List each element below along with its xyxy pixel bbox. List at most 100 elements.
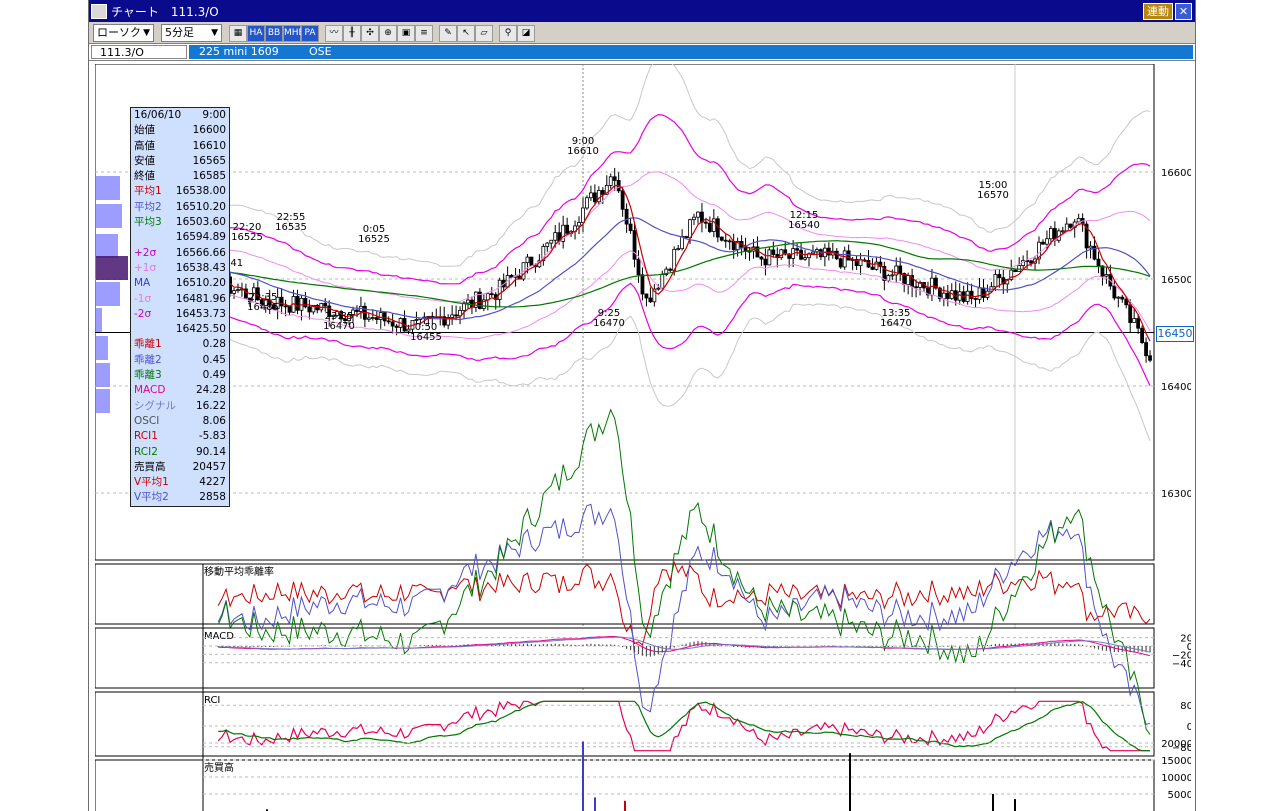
candle-body (648, 297, 653, 303)
volume-tick: 15000 (1161, 756, 1191, 767)
annotation-price: 16525 (231, 232, 263, 243)
cross-icon[interactable]: ✣ (361, 25, 379, 42)
current-price-tag: 16450 (1156, 326, 1194, 342)
multi-window-icon[interactable]: ▦ (229, 25, 247, 42)
rci-tick: 80 (1180, 701, 1191, 712)
print-icon[interactable]: ▣ (397, 25, 415, 42)
volume-profile-bar (96, 308, 102, 332)
candle-body (612, 176, 617, 181)
volume-profile-bar (96, 234, 118, 258)
candle-body (307, 306, 312, 313)
volume-tick: 20000 (1161, 739, 1191, 750)
info-label: RCI2 (134, 445, 158, 458)
volume-profile-bar (96, 176, 120, 200)
period-select[interactable]: 5分足 ▼ (161, 24, 222, 42)
annotation-price: 16470 (880, 318, 912, 329)
info-row: V平均2 2858 (131, 490, 229, 505)
candle-body (803, 257, 807, 260)
candle-body (378, 312, 383, 320)
tool-mhe-button[interactable]: MHE (283, 25, 304, 42)
candle-body (319, 303, 324, 311)
candle-body (838, 258, 843, 268)
candle-body (287, 306, 292, 313)
info-value: 0.49 (202, 369, 226, 382)
info-label: 平均1 (134, 185, 162, 198)
info-row: V平均1 4227 (131, 475, 229, 490)
info-label: RCI1 (134, 430, 158, 443)
chevron-down-icon: ▼ (143, 28, 150, 38)
candle-body (684, 236, 688, 239)
price-tick-label: 16600 (1161, 168, 1191, 179)
volume-tick: 10000 (1161, 773, 1191, 784)
candle-body (466, 299, 470, 304)
chevron-down-icon: ▼ (211, 28, 218, 38)
chart-canvas[interactable]: 1660016500164001630022:201652522:5516535… (94, 56, 1195, 811)
candle-body (636, 258, 641, 276)
search-icon[interactable]: ⚲ (499, 25, 517, 42)
zoom-icon[interactable]: ⊕ (379, 25, 397, 42)
symbol-info: 225 mini 1609 OSE (189, 45, 1193, 59)
pen-icon[interactable]: ✎ (439, 25, 457, 42)
toolbar: ローソク ▼ 5分足 ▼ ▦ HA BB MHE PA 〰 ╫ ✣ ⊕ ▣ ≡ … (89, 22, 1195, 44)
info-value: 16600 (192, 124, 226, 137)
info-value: 16538.43 (175, 261, 226, 274)
price-tick-label: 16500 (1161, 275, 1191, 286)
bars-icon[interactable]: ≡ (415, 25, 433, 42)
info-value: 16510.20 (175, 200, 226, 213)
window-title: チャート 111.3/O (111, 5, 219, 19)
candle-body (553, 232, 558, 241)
candle-body (295, 296, 300, 311)
info-row: 平均1 16538.00 (131, 184, 229, 199)
tool-ha-button[interactable]: HA (247, 25, 265, 42)
candle-body (1116, 296, 1121, 299)
annotation-price: 16455 (410, 332, 442, 343)
annotation-price: 16470 (323, 321, 355, 332)
candle-body (941, 292, 946, 300)
candle-body (711, 218, 716, 232)
candle-body (668, 268, 673, 271)
candle-body (608, 176, 613, 186)
info-label: 高値 (134, 139, 155, 152)
info-label: 終値 (134, 170, 155, 183)
info-label: MA (134, 277, 151, 290)
volume-profile-bar (96, 282, 120, 306)
candle-body (1104, 274, 1109, 277)
chart-window: チャート 111.3/O 連動 ✕ ローソク ▼ 5分足 ▼ ▦ HA BB M… (88, 0, 1196, 811)
candle-body (600, 190, 605, 195)
info-row: 乖離2 0.45 (131, 353, 229, 368)
pointer-icon[interactable]: ↖ (457, 25, 475, 42)
candle-body (632, 230, 637, 260)
info-value: 16594.89 (175, 231, 226, 244)
data-info-panel: 16/06/10 9:00 始値 16600 高値 16610 安値 16565 終値 165… (130, 107, 230, 507)
info-value: 4227 (199, 476, 226, 489)
volume-profile-bar (96, 204, 122, 228)
rci-title: RCI (204, 695, 220, 706)
info-value: 90.14 (195, 445, 226, 458)
candle-body (680, 236, 685, 250)
eraser-icon[interactable]: ▱ (475, 25, 493, 42)
candle-icon[interactable]: ╫ (343, 25, 361, 42)
tool-bb-button[interactable]: BB (265, 25, 283, 42)
rci-tick: 0 (1187, 722, 1191, 733)
candle-body (644, 293, 649, 299)
candle-body (973, 298, 978, 300)
chart-area[interactable]: 16600 16500 16400 16300 22:20 16525 22:55 16535… (94, 56, 1195, 811)
volume-profile-bar (96, 256, 128, 280)
symbol-code[interactable]: 111.3/O (91, 45, 187, 59)
candle-body (1076, 218, 1081, 223)
close-icon[interactable]: ✕ (1175, 3, 1192, 20)
info-row: RCI1 -5.83 (131, 429, 229, 444)
tool-pa-button[interactable]: PA (301, 25, 319, 42)
line-chart-icon[interactable]: 〰 (325, 25, 343, 42)
candle-body (426, 316, 431, 318)
info-row: 平均2 16510.20 (131, 200, 229, 215)
note-icon[interactable]: ◪ (517, 25, 535, 42)
candle-body (1136, 318, 1141, 329)
link-button[interactable]: 連動 (1143, 3, 1173, 20)
candle-body (386, 320, 391, 323)
candle-body (696, 211, 700, 218)
info-date: 16/06/10 (134, 109, 182, 121)
chart-type-select[interactable]: ローソク ▼ (93, 24, 154, 42)
candle-body (1144, 342, 1148, 357)
period-value: 5分足 (165, 26, 194, 39)
